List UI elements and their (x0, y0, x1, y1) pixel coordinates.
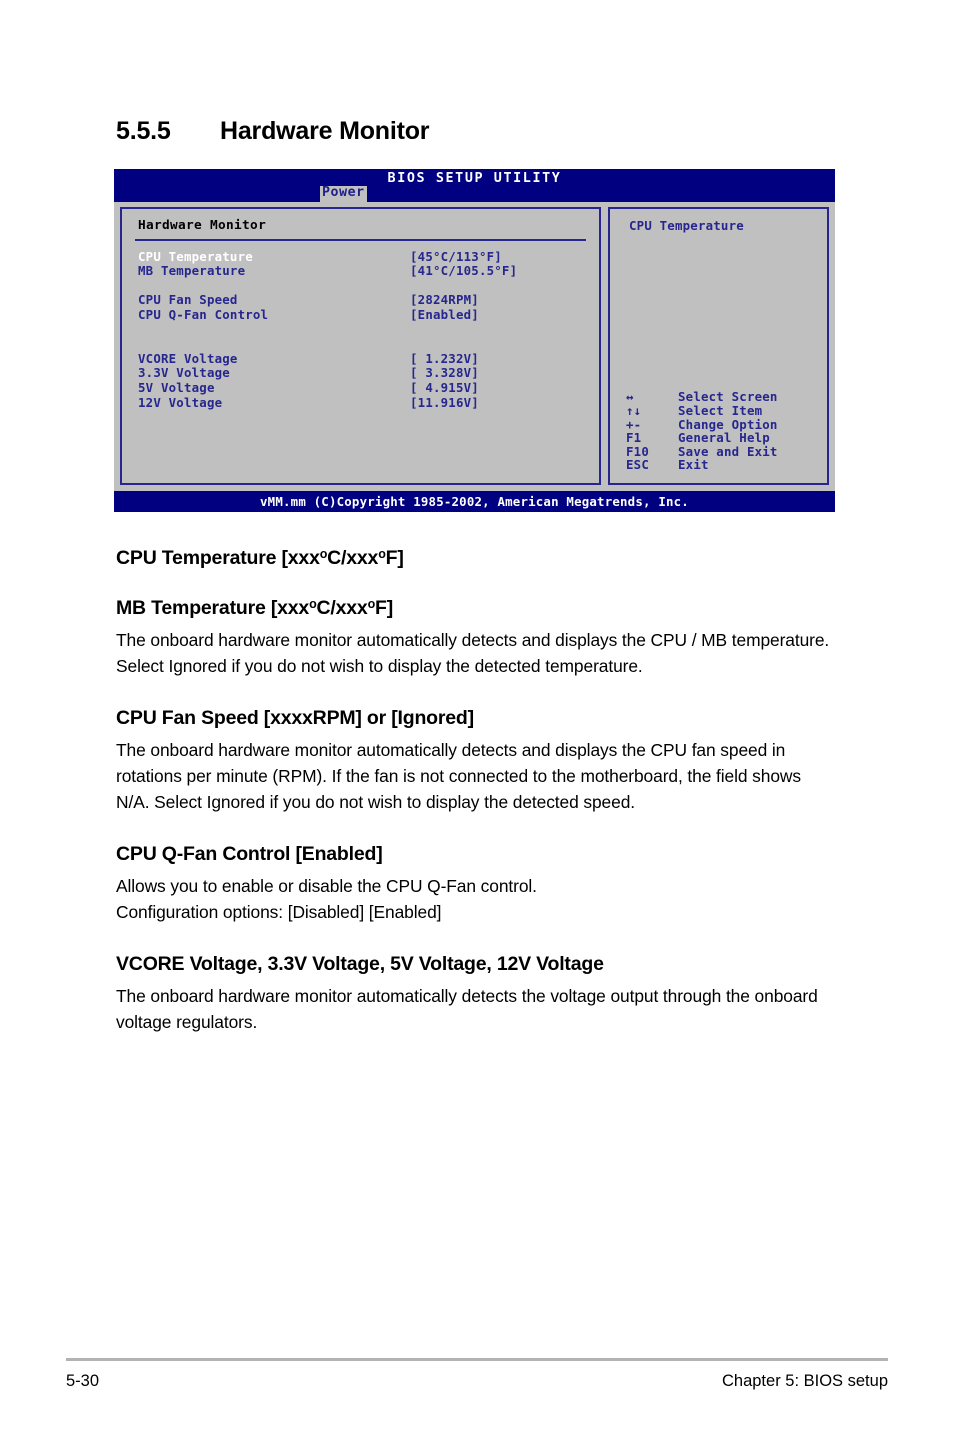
key-legend-action: Exit (678, 457, 709, 473)
bios-panes: Hardware Monitor CPU Temperature [45°C/11… (120, 207, 829, 485)
settings-row-value: [Enabled] (410, 306, 479, 322)
degree-superscript: o (378, 547, 386, 561)
body-content: CPU Temperature [xxxoC/xxxoF] MB Temperat… (116, 541, 836, 1061)
footer-divider (66, 1358, 888, 1361)
settings-row[interactable]: 5V Voltage [ 4.915V] (135, 379, 586, 396)
settings-row-label: VCORE Voltage (138, 350, 238, 366)
key-legend-row: ↔ Select Screen (626, 390, 778, 404)
key-legend-key: ESC (626, 457, 649, 473)
degree-superscript: o (319, 547, 328, 561)
settings-row[interactable]: CPU Temperature [45°C/113°F] (135, 248, 586, 265)
settings-row-value: [41°C/105.5°F] (410, 263, 518, 279)
settings-list: CPU Temperature [45°C/113°F] MB Temperatur… (135, 248, 586, 411)
bios-title: BIOS SETUP UTILITY (387, 171, 562, 186)
tab-power[interactable]: Power (320, 185, 367, 202)
key-legend-key: +- (626, 416, 642, 432)
settings-row[interactable]: 3.3V Voltage [ 3.328V] (135, 366, 586, 381)
settings-row-label: CPU Q-Fan Control (138, 306, 269, 322)
chapter-label: Chapter 5: BIOS setup (721, 1372, 888, 1390)
settings-row-value: [45°C/113°F] (410, 248, 502, 264)
settings-row-value: [2824RPM] (410, 292, 479, 308)
settings-row-spacer (135, 323, 586, 338)
degree-superscript: o (367, 597, 376, 611)
help-pane: CPU Temperature ↔ Select Screen ↑↓ Select I… (608, 207, 829, 485)
bios-setup-screen: BIOS SETUP UTILITY Power Hardware Monito… (114, 169, 835, 512)
settings-row[interactable]: VCORE Voltage [ 1.232V] (135, 350, 586, 367)
body-heading: CPU Temperature [xxxoC/xxxoF] (116, 547, 404, 569)
settings-row[interactable]: 12V Voltage [11.916V] (135, 394, 586, 411)
settings-row-spacer (135, 337, 586, 352)
key-legend-key: F10 (626, 443, 649, 459)
document-page: 5.5.5 Hardware Monitor BIOS SETUP UTILITY… (0, 0, 954, 1438)
page-number: 5-30 (66, 1372, 100, 1390)
body-paragraph: The onboard hardware monitor automatical… (116, 630, 830, 676)
body-paragraph: Allows you to enable or disable the CPU … (116, 876, 537, 922)
key-legend-row: F10 Save and Exit (626, 445, 778, 459)
settings-row-label: 5V Voltage (138, 379, 215, 395)
settings-row-label: MB Temperature (138, 263, 246, 279)
key-legend-row: ESC Exit (626, 458, 778, 472)
body-paragraph: The onboard hardware monitor automatical… (116, 740, 801, 812)
settings-pane: Hardware Monitor CPU Temperature [45°C/11… (120, 207, 601, 485)
body-heading: VCORE Voltage, 3.3V Voltage, 5V Voltage,… (116, 953, 604, 975)
settings-row[interactable]: MB Temperature [41°C/105.5°F] (135, 263, 586, 279)
settings-row[interactable]: CPU Fan Speed [2824RPM] (135, 293, 586, 308)
key-legend-key: F1 (626, 430, 642, 446)
section-title: Hardware Monitor (220, 117, 430, 145)
body-heading: CPU Q-Fan Control [Enabled] (116, 843, 383, 865)
settings-row-value: [ 4.915V] (410, 379, 479, 395)
section-number: 5.5.5 (116, 117, 171, 145)
settings-row[interactable]: CPU Q-Fan Control [Enabled] (135, 306, 586, 323)
settings-row-value: [11.916V] (410, 394, 479, 410)
bios-titlebar: BIOS SETUP UTILITY Power (114, 169, 835, 202)
settings-row-label: CPU Temperature (138, 248, 253, 264)
degree-superscript: o (309, 597, 317, 611)
settings-row-label: 3.3V Voltage (138, 365, 230, 381)
key-legend-key: ↑↓ (626, 403, 642, 419)
key-legend-row: ↑↓ Select Item (626, 404, 778, 418)
pane-divider (135, 238, 586, 241)
key-legend-row: F1 General Help (626, 431, 778, 445)
bios-copyright: vMM.mm (C)Copyright 1985-2002, American … (114, 491, 835, 512)
settings-row-label: 12V Voltage (138, 394, 223, 410)
page-title: 5.5.5 Hardware Monitor (116, 117, 430, 146)
settings-row-value: [ 1.232V] (410, 350, 479, 366)
key-legend: ↔ Select Screen ↑↓ Select Item +- Change Opti… (626, 390, 778, 472)
body-paragraph: The onboard hardware monitor automatical… (116, 986, 818, 1032)
settings-row-value: [ 3.328V] (410, 365, 479, 381)
body-heading: CPU Fan Speed [xxxxRPM] or [Ignored] (116, 707, 474, 729)
pane-heading: Hardware Monitor (138, 218, 267, 233)
help-title: CPU Temperature (629, 218, 744, 233)
settings-row-label: CPU Fan Speed (138, 292, 238, 308)
body-heading: MB Temperature [xxxoC/xxxoF] (116, 597, 394, 619)
bios-body: Hardware Monitor CPU Temperature [45°C/11… (114, 202, 835, 487)
key-legend-key: ↔ (626, 389, 634, 405)
key-legend-row: +- Change Option (626, 416, 778, 432)
settings-row-spacer (135, 279, 586, 294)
